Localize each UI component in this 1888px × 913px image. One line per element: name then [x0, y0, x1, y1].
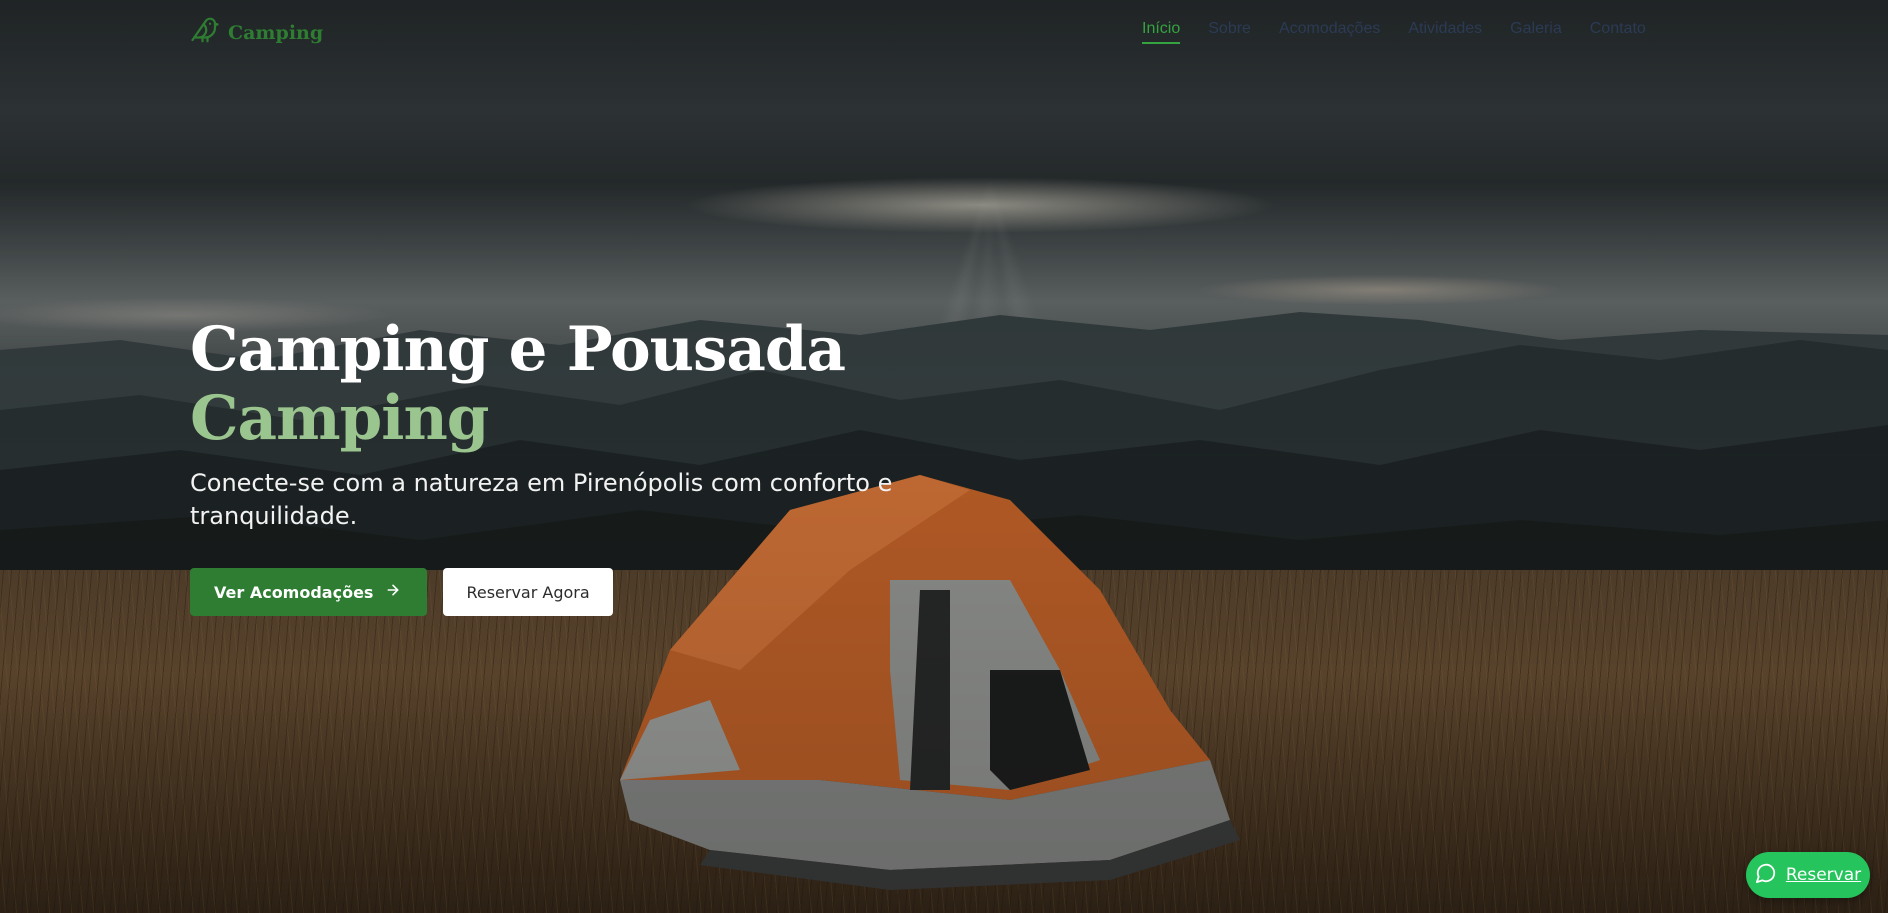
nav-item-galeria[interactable]: Galeria [1510, 20, 1562, 44]
view-accommodations-label: Ver Acomodações [214, 582, 374, 602]
view-accommodations-button[interactable]: Ver Acomodações [190, 568, 428, 616]
nav-item-sobre[interactable]: Sobre [1208, 20, 1251, 44]
hero-title: Camping e Pousada Camping [190, 315, 990, 453]
hero-subtitle: Conecte-se com a natureza em Pirenópolis… [190, 469, 893, 530]
nav-item-atividades[interactable]: Atividades [1408, 20, 1482, 44]
main-nav: Início Sobre Acomodações Atividades Gale… [1142, 20, 1674, 44]
floating-reserve-button[interactable]: Reservar [1746, 852, 1870, 898]
arrow-right-icon [385, 582, 401, 602]
hero-actions: Ver Acomodações Reservar Agora [190, 568, 990, 616]
nav-item-inicio[interactable]: Início [1142, 20, 1181, 44]
nav-item-acomodacoes[interactable]: Acomodações [1279, 20, 1380, 44]
hero-content: Camping e Pousada Camping Conecte-se com… [190, 315, 990, 616]
nav-item-contato[interactable]: Contato [1590, 20, 1646, 44]
floating-reserve-label: Reservar [1785, 865, 1862, 885]
brand-name: Camping [228, 21, 324, 44]
hero-title-accent: Camping [190, 383, 489, 454]
hero-title-line1: Camping e Pousada [190, 314, 846, 385]
brand-logo[interactable]: Camping [190, 15, 323, 50]
chat-bubble-icon [1755, 862, 1777, 889]
bird-icon [190, 15, 220, 50]
book-now-button[interactable]: Reservar Agora [443, 568, 613, 616]
site-header: Camping Início Sobre Acomodações Ativida… [0, 0, 1888, 60]
